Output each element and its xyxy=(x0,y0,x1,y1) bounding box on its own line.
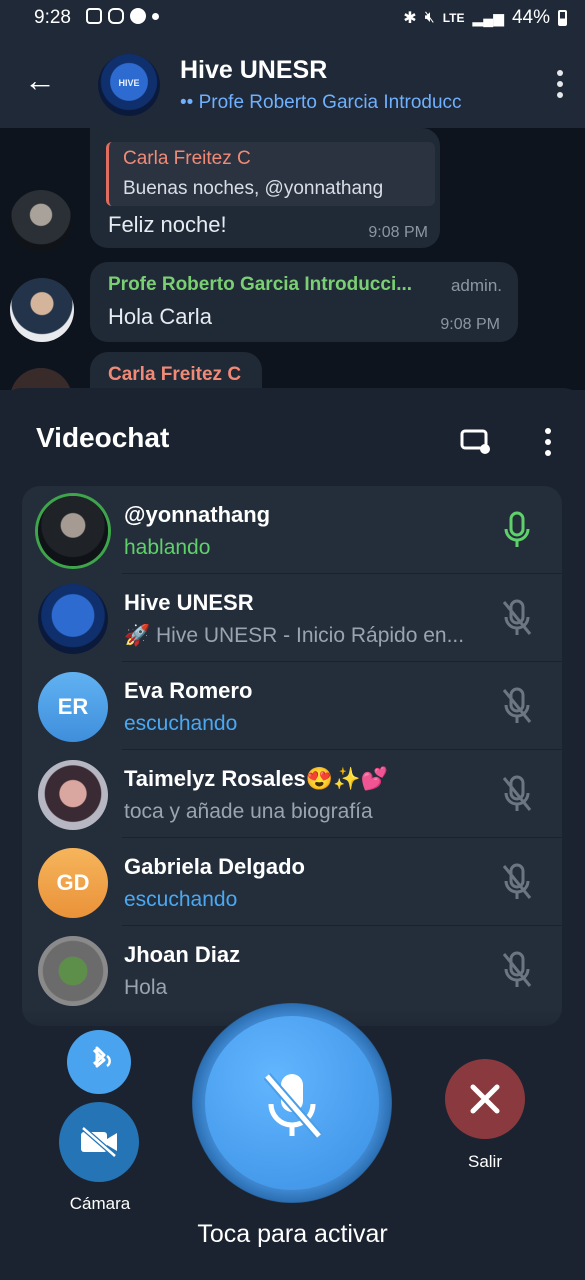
chat-title[interactable]: Hive UNESR xyxy=(180,56,327,85)
participant-name: Gabriela Delgado xyxy=(124,854,305,879)
reply-preview[interactable]: Carla Freitez C Buenas noches, @yonnatha… xyxy=(106,142,435,206)
screen-share-icon[interactable] xyxy=(460,428,490,454)
avatar[interactable] xyxy=(10,190,72,252)
message-bubble[interactable]: Carla Freitez C Buenas noches, @yonnatha… xyxy=(90,128,440,248)
notification-icons xyxy=(86,8,159,24)
avatar xyxy=(38,760,108,830)
message-bubble[interactable]: Profe Roberto Garcia Introducci... admin… xyxy=(90,262,518,342)
battery-icon xyxy=(558,10,567,26)
app-icon xyxy=(130,8,146,24)
mic-muted-icon[interactable] xyxy=(498,686,536,726)
videochat-title: Videochat xyxy=(36,422,170,453)
avatar[interactable] xyxy=(10,368,72,390)
instagram-icon xyxy=(108,8,124,24)
mic-muted-icon xyxy=(263,1073,323,1139)
participant-row[interactable]: Hive UNESR 🚀 Hive UNESR - Inicio Rápido … xyxy=(22,574,562,662)
status-time: 9:28 xyxy=(34,7,71,28)
participant-row[interactable]: ER Eva Romero escuchando xyxy=(22,662,562,750)
participant-status: escuchando xyxy=(124,712,238,735)
participant-row[interactable]: @yonnathang hablando xyxy=(22,486,562,574)
message-time: 9:08 PM xyxy=(440,316,500,333)
network-type: LTE xyxy=(442,11,465,25)
unmute-button[interactable] xyxy=(205,1016,379,1190)
participant-status: Hola xyxy=(124,976,168,999)
system-icons: ✱ 🔇︎ LTE ▂▄▆ 44% xyxy=(403,7,567,29)
camera-button[interactable] xyxy=(59,1102,139,1182)
avatar xyxy=(38,584,108,654)
chat-messages[interactable]: Carla Freitez C Buenas noches, @yonnatha… xyxy=(0,128,585,390)
participant-row[interactable]: Taimelyz Rosales😍✨💕 toca y añade una bio… xyxy=(22,750,562,838)
bluetooth-icon: ✱ xyxy=(403,10,417,27)
more-notifications-icon xyxy=(152,12,159,20)
battery-percent: 44% xyxy=(511,7,550,28)
participant-status: 🚀 Hive UNESR - Inicio Rápido en... xyxy=(124,624,465,647)
admin-badge: admin. xyxy=(450,276,502,295)
notification-icon xyxy=(86,8,102,24)
message-text: Hola Carla xyxy=(108,304,212,329)
chat-header: ← HIVE Hive UNESR •• Profe Roberto Garci… xyxy=(0,36,585,128)
participant-name: Hive UNESR xyxy=(124,590,254,615)
mic-muted-icon[interactable] xyxy=(498,862,536,902)
camera-label: Cámara xyxy=(69,1194,131,1213)
avatar xyxy=(38,496,108,566)
back-arrow-icon[interactable]: ← xyxy=(24,64,56,96)
signal-icon: ▂▄▆ xyxy=(472,9,504,26)
message-time: 9:08 PM xyxy=(368,224,428,241)
more-options-icon[interactable] xyxy=(557,70,563,103)
participant-name: @yonnathang xyxy=(124,502,271,527)
message-bubble[interactable]: Carla Freitez C xyxy=(90,352,262,390)
participant-status: hablando xyxy=(124,536,211,559)
participant-status: escuchando xyxy=(124,888,238,911)
leave-button[interactable] xyxy=(445,1059,525,1139)
mic-icon[interactable] xyxy=(498,510,536,550)
participant-name: Eva Romero xyxy=(124,678,253,703)
participants-list[interactable]: @yonnathang hablando Hive UNESR 🚀 Hive U… xyxy=(22,486,562,1026)
chat-subtitle: •• Profe Roberto Garcia Introducc xyxy=(180,92,462,113)
avatar xyxy=(38,936,108,1006)
camera-off-icon xyxy=(81,1126,117,1158)
mic-muted-icon[interactable] xyxy=(498,774,536,814)
participant-name: Taimelyz Rosales😍✨💕 xyxy=(124,766,388,791)
mic-muted-icon[interactable] xyxy=(498,950,536,990)
bluetooth-audio-button[interactable] xyxy=(67,1030,131,1094)
leave-label: Salir xyxy=(467,1152,502,1171)
avatar: GD xyxy=(38,848,108,918)
videochat-more-icon[interactable] xyxy=(545,428,551,461)
mic-muted-icon[interactable] xyxy=(498,598,536,638)
mute-icon: 🔇︎ xyxy=(424,9,435,26)
tap-to-unmute-label: Toca para activar xyxy=(197,1220,388,1248)
participant-status: toca y añade una biografía xyxy=(124,800,373,823)
group-avatar[interactable]: HIVE xyxy=(98,54,160,116)
bluetooth-icon xyxy=(92,1046,111,1068)
avatar: ER xyxy=(38,672,108,742)
participant-row[interactable]: Jhoan Diaz Hola xyxy=(22,926,562,1014)
avatar[interactable] xyxy=(10,278,74,342)
status-bar: 9:28 ✱ 🔇︎ LTE ▂▄▆ 44% xyxy=(0,0,585,36)
videochat-panel: Videochat @yonnathang hablando Hive UNES… xyxy=(0,388,585,1280)
message-text: Feliz noche! xyxy=(108,212,227,237)
participant-name: Jhoan Diaz xyxy=(124,942,241,967)
participant-row[interactable]: GD Gabriela Delgado escuchando xyxy=(22,838,562,926)
close-icon xyxy=(470,1084,500,1114)
